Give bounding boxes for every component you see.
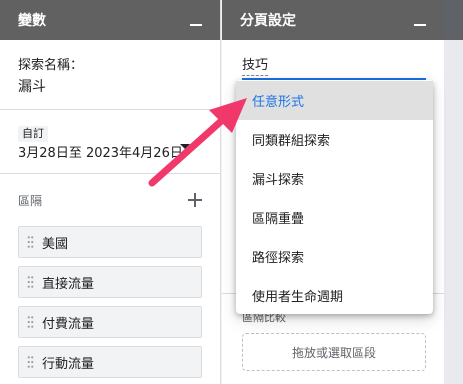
analytics-exploration-editor: 變數 探索名稱： 漏斗 自訂 3月28日至 2023年4月26日 區隔 美國 直…: [0, 0, 463, 384]
variables-panel-header: 變數: [0, 0, 220, 40]
segment-item[interactable]: 美國: [18, 226, 202, 258]
exploration-name-label: 探索名稱：: [18, 58, 84, 73]
segment-label: 美國: [42, 236, 69, 252]
date-range-chip: 自訂: [18, 126, 48, 142]
variables-panel-title: 變數: [18, 13, 46, 29]
exploration-name-value[interactable]: 漏斗: [18, 77, 202, 97]
drag-handle-icon[interactable]: [27, 315, 34, 329]
tab-settings-header: 分頁設定: [222, 0, 444, 40]
caret-down-icon[interactable]: [180, 144, 190, 149]
segment-item[interactable]: 付費流量: [18, 306, 202, 338]
segments-header: 區隔: [0, 174, 220, 226]
plus-icon[interactable]: [188, 193, 202, 207]
menu-item-segment-overlap[interactable]: 區隔重疊: [236, 198, 433, 237]
technique-dropdown-menu: 任意形式 同類群組探索 漏斗探索 區隔重疊 路徑探索 使用者生命週期: [236, 80, 433, 314]
segments-title: 區隔: [18, 193, 43, 208]
menu-item-user-lifetime[interactable]: 使用者生命週期: [236, 276, 433, 315]
menu-item-path-exploration[interactable]: 路徑探索: [236, 237, 433, 276]
menu-item-free-form[interactable]: 任意形式: [236, 81, 433, 120]
drag-handle-icon[interactable]: [27, 355, 34, 369]
minimize-icon[interactable]: [190, 24, 202, 26]
segment-label: 行動流量: [42, 356, 95, 372]
minimize-icon[interactable]: [414, 24, 426, 26]
date-range-text: 3月28日至 2023年4月26日: [18, 146, 183, 161]
segment-item[interactable]: 行動流量: [18, 346, 202, 378]
date-range-picker[interactable]: 自訂 3月28日至 2023年4月26日: [0, 110, 220, 174]
tab-settings-title: 分頁設定: [240, 13, 296, 29]
drag-handle-icon[interactable]: [27, 275, 34, 289]
segment-item[interactable]: 直接流量: [18, 266, 202, 298]
segment-label: 付費流量: [42, 316, 95, 332]
segment-dropzone[interactable]: 拖放或選取區段: [242, 333, 426, 371]
technique-label: 技巧: [242, 57, 269, 76]
next-panel-body: [444, 40, 463, 384]
menu-item-cohort-exploration[interactable]: 同類群組探索: [236, 120, 433, 159]
segments-list: 美國 直接流量 付費流量 行動流量: [0, 226, 220, 378]
drag-handle-icon[interactable]: [27, 235, 34, 249]
exploration-name-section[interactable]: 探索名稱： 漏斗: [0, 40, 220, 110]
segment-label: 直接流量: [42, 276, 95, 292]
variables-panel: 變數 探索名稱： 漏斗 自訂 3月28日至 2023年4月26日 區隔 美國 直…: [0, 0, 221, 384]
menu-item-funnel-exploration[interactable]: 漏斗探索: [236, 159, 433, 198]
